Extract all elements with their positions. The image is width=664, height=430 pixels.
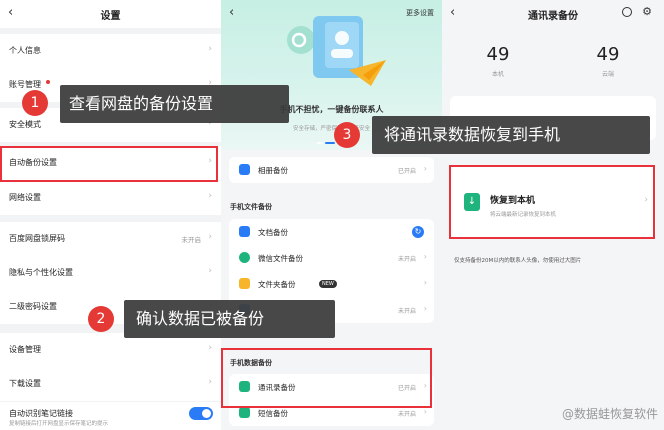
settings-item-label: 下载设置 bbox=[9, 379, 41, 388]
wechat-icon bbox=[239, 252, 250, 263]
highlight-restore bbox=[449, 165, 655, 239]
step-badge: 3 bbox=[334, 122, 360, 148]
settings-item-desc: 复制链接后打开网盘显示保存笔记的提示 bbox=[9, 421, 109, 427]
item-label: 文档备份 bbox=[258, 228, 288, 237]
watermark: @数据蛙恢复软件 bbox=[561, 407, 658, 421]
settings-item-label: 隐私与个性化设置 bbox=[9, 268, 73, 277]
settings-item-devices[interactable]: 设备管理 › bbox=[0, 333, 221, 367]
cloud-count-value: 49 bbox=[596, 44, 620, 65]
gear-icon[interactable]: ⚙ bbox=[642, 5, 652, 18]
backup-note: 仅支持备份20M以内的联系人头像，勿使用过大图片 bbox=[454, 258, 582, 264]
step-badge: 2 bbox=[88, 306, 114, 332]
page-title: 设置 bbox=[100, 11, 121, 22]
note-link-toggle[interactable] bbox=[189, 407, 213, 420]
sync-icon: ↻ bbox=[412, 226, 424, 238]
chevron-right-icon: › bbox=[208, 191, 212, 201]
settings-item-label: 安全模式 bbox=[9, 120, 41, 129]
chevron-right-icon: › bbox=[423, 278, 427, 287]
status-value: 未开启 bbox=[397, 256, 416, 263]
settings-item-label: 网络设置 bbox=[9, 193, 41, 202]
section-title: 手机文件备份 bbox=[230, 203, 272, 211]
list-item[interactable]: 相册备份 已开启 › bbox=[229, 157, 434, 183]
step-badge: 1 bbox=[22, 90, 48, 116]
step-callout: 将通讯录数据恢复到手机 bbox=[372, 116, 650, 154]
step-callout: 查看网盘的备份设置 bbox=[60, 85, 289, 123]
settings-item-download[interactable]: 下载设置 › bbox=[0, 367, 221, 401]
message-icon bbox=[239, 407, 250, 418]
notification-dot bbox=[46, 80, 50, 84]
status-value: 未开启 bbox=[181, 236, 202, 244]
local-count-label: 本机 bbox=[491, 71, 504, 78]
item-label: 文件夹备份 bbox=[258, 280, 296, 289]
album-backup-card[interactable]: 相册备份 已开启 › bbox=[229, 157, 434, 183]
local-count-value: 49 bbox=[486, 44, 510, 65]
settings-topbar: ‹ 设置 bbox=[0, 0, 221, 28]
list-item[interactable]: 文件夹备份 NEW › bbox=[229, 271, 434, 297]
settings-item-label: 二级密码设置 bbox=[9, 302, 57, 311]
folder-icon bbox=[239, 278, 250, 289]
chevron-right-icon: › bbox=[423, 304, 427, 313]
settings-item-label: 百度网盘锁屏码 bbox=[9, 234, 65, 243]
chevron-right-icon: › bbox=[423, 164, 427, 173]
history-icon[interactable] bbox=[622, 7, 632, 17]
more-settings-link[interactable]: 更多设置 bbox=[406, 8, 434, 18]
settings-item-lock-code[interactable]: 百度网盘锁屏码 未开启 › bbox=[0, 222, 221, 256]
status-value: 未开启 bbox=[397, 411, 416, 418]
list-item[interactable]: 微信文件备份 未开启 › bbox=[229, 245, 434, 271]
new-badge: NEW bbox=[319, 280, 337, 288]
list-item[interactable]: 文档备份 ↻ bbox=[229, 219, 434, 245]
back-icon[interactable]: ‹ bbox=[229, 5, 234, 20]
document-icon bbox=[239, 226, 250, 237]
chevron-right-icon: › bbox=[208, 377, 212, 387]
settings-item-label: 自动识别笔记链接 bbox=[9, 409, 73, 418]
settings-item-network[interactable]: 网络设置 › bbox=[0, 181, 221, 215]
settings-item-label: 账号管理 bbox=[9, 80, 41, 89]
local-count: 49 本机 bbox=[458, 44, 538, 78]
settings-panel: ‹ 设置 个人信息 › 账号管理 › 安全模式 › 自动备份设置 › 网络设置 … bbox=[0, 0, 221, 430]
status-value: 未开启 bbox=[397, 308, 416, 315]
settings-item-label: 个人信息 bbox=[9, 46, 41, 55]
item-label: 短信备份 bbox=[258, 409, 288, 418]
chevron-right-icon: › bbox=[423, 252, 427, 261]
settings-item-label: 设备管理 bbox=[9, 345, 41, 354]
item-label: 微信文件备份 bbox=[258, 254, 303, 263]
contacts-topbar: ‹ 通讯录备份 ⚙ bbox=[442, 0, 664, 28]
cloud-count-label: 云端 bbox=[601, 71, 614, 78]
chevron-right-icon: › bbox=[208, 44, 212, 54]
settings-item-privacy[interactable]: 隐私与个性化设置 › bbox=[0, 256, 221, 290]
image-icon bbox=[239, 164, 250, 175]
chevron-right-icon: › bbox=[208, 343, 212, 353]
settings-item-profile[interactable]: 个人信息 › bbox=[0, 34, 221, 68]
chevron-right-icon: › bbox=[208, 232, 212, 242]
status-value: 已开启 bbox=[397, 168, 416, 175]
highlight-contacts-backup bbox=[221, 348, 432, 408]
step-callout: 确认数据已被备份 bbox=[124, 300, 335, 338]
cloud-count: 49 云端 bbox=[568, 44, 648, 78]
item-label: 相册备份 bbox=[258, 166, 288, 175]
chevron-right-icon: › bbox=[208, 266, 212, 276]
highlight-auto-backup bbox=[0, 146, 218, 182]
chevron-right-icon: › bbox=[423, 407, 427, 416]
settings-item-note-link: 自动识别笔记链接 复制链接后打开网盘显示保存笔记的提示 bbox=[0, 402, 221, 430]
